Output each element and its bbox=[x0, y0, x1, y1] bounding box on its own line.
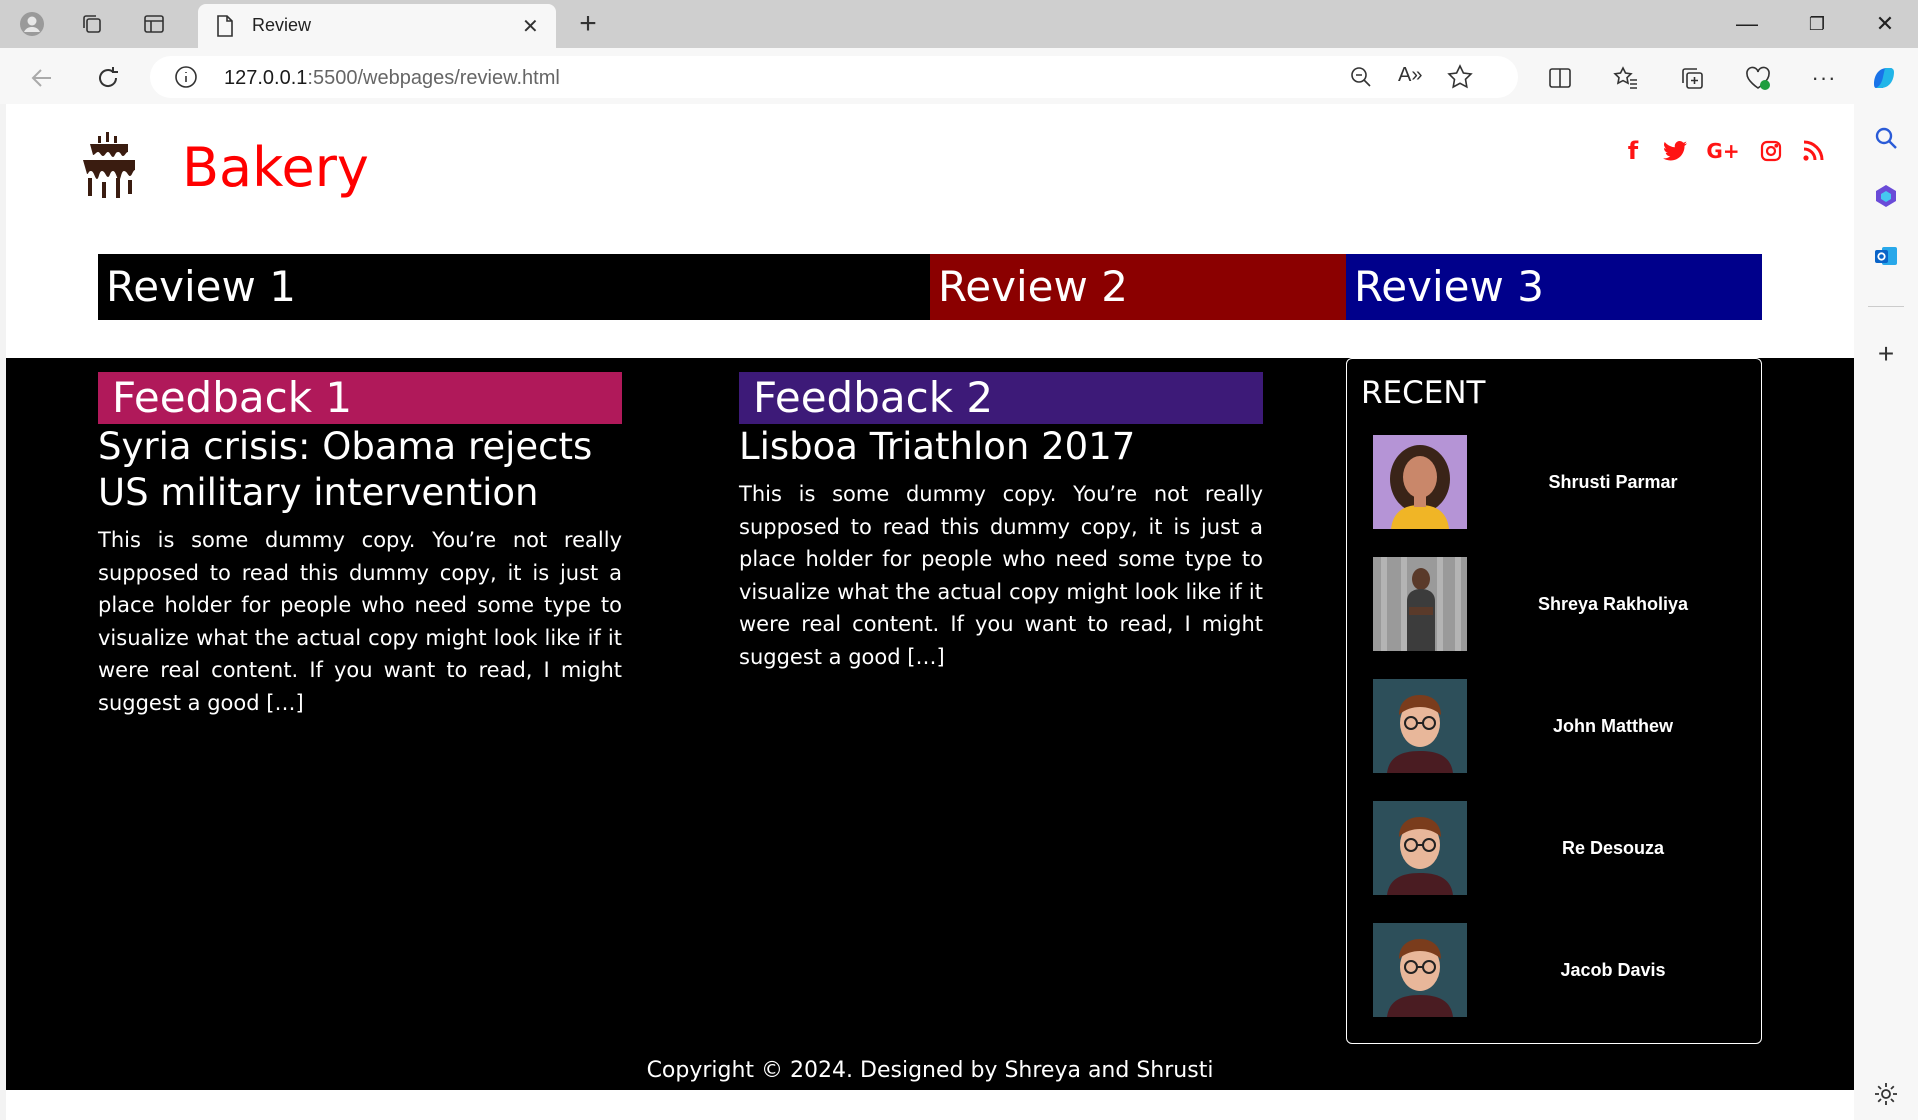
collections-toolbar-icon[interactable] bbox=[1674, 60, 1710, 96]
browser-toolbar: 127.0.0.1:5500/webpages/review.html A» ·… bbox=[0, 48, 1918, 104]
new-tab-button[interactable]: + bbox=[572, 7, 604, 40]
feedback-1-title[interactable]: Syria crisis: Obama rejects US military … bbox=[98, 424, 628, 516]
recent-title: RECENT bbox=[1361, 375, 1486, 411]
more-options-icon[interactable]: ··· bbox=[1806, 60, 1842, 96]
feedback-2-title[interactable]: Lisboa Triathlon 2017 bbox=[739, 424, 1269, 470]
sidebar-outlook-icon[interactable] bbox=[1866, 236, 1906, 276]
sidebar-office-icon[interactable] bbox=[1866, 176, 1906, 216]
recent-name: Re Desouza bbox=[1561, 838, 1665, 858]
profile-icon[interactable] bbox=[16, 8, 48, 40]
copilot-icon[interactable] bbox=[1866, 60, 1902, 96]
feedback-1-badge: Feedback 1 bbox=[98, 372, 622, 424]
read-aloud-icon[interactable]: A» bbox=[1398, 64, 1422, 87]
recent-item[interactable]: John Matthew bbox=[1373, 679, 1753, 775]
tab-title: Review bbox=[252, 15, 312, 35]
info-icon[interactable] bbox=[174, 65, 198, 94]
active-tab[interactable]: Review ✕ bbox=[198, 4, 556, 48]
restore-button[interactable]: ❐ bbox=[1794, 8, 1840, 40]
facebook-icon[interactable]: f bbox=[1616, 134, 1650, 168]
collections-icon[interactable] bbox=[76, 8, 108, 40]
sidebar-search-icon[interactable] bbox=[1866, 118, 1906, 158]
sidebar-divider bbox=[1868, 306, 1904, 307]
close-window-button[interactable]: ✕ bbox=[1862, 8, 1908, 40]
review-2-tab[interactable]: Review 2 bbox=[930, 254, 1346, 320]
feedback-2-badge: Feedback 2 bbox=[739, 372, 1263, 424]
review-3-tab[interactable]: Review 3 bbox=[1346, 254, 1762, 320]
minimize-button[interactable]: — bbox=[1724, 8, 1770, 40]
page-icon bbox=[214, 14, 236, 43]
review-1-tab[interactable]: Review 1 bbox=[98, 254, 930, 320]
avatar bbox=[1373, 679, 1467, 773]
feedback-1-body: This is some dummy copy. You’re not real… bbox=[98, 528, 622, 715]
url-text: 127.0.0.1:5500/webpages/review.html bbox=[224, 67, 560, 89]
twitter-icon[interactable] bbox=[1658, 134, 1692, 168]
recent-item[interactable]: Re Desouza bbox=[1373, 801, 1753, 897]
favorites-icon[interactable] bbox=[1608, 60, 1644, 96]
sidebar-settings-icon[interactable] bbox=[1866, 1074, 1906, 1114]
recent-name: Shreya Rakholiya bbox=[1537, 594, 1689, 614]
vertical-tabs-icon[interactable] bbox=[138, 8, 170, 40]
page-viewport: Bakery f G+ Review 1 Review 2 Review 3 F… bbox=[6, 104, 1854, 1120]
sidebar-add-icon[interactable]: + bbox=[1866, 334, 1906, 374]
site-brand[interactable]: Bakery bbox=[182, 136, 369, 199]
recent-item[interactable]: Jacob Davis bbox=[1373, 923, 1753, 1019]
back-icon[interactable] bbox=[24, 60, 60, 96]
zoom-out-icon[interactable] bbox=[1348, 64, 1374, 95]
address-bar[interactable]: 127.0.0.1:5500/webpages/review.html A» bbox=[150, 56, 1518, 98]
browser-tab-bar: Review ✕ + — ❐ ✕ bbox=[0, 0, 1918, 48]
split-screen-icon[interactable] bbox=[1542, 60, 1578, 96]
rss-icon[interactable] bbox=[1796, 134, 1830, 168]
recent-name: Shrusti Parmar bbox=[1548, 472, 1678, 492]
instagram-icon[interactable] bbox=[1754, 134, 1788, 168]
recent-item[interactable]: Shreya Rakholiya bbox=[1373, 557, 1753, 653]
avatar bbox=[1373, 801, 1467, 895]
page-bottom bbox=[6, 1090, 1854, 1120]
browser-essentials-icon[interactable] bbox=[1740, 60, 1776, 96]
avatar bbox=[1373, 435, 1467, 529]
content-section: Feedback 1 Syria crisis: Obama rejects U… bbox=[6, 358, 1854, 1090]
recent-panel: RECENT Shrusti Parmar Shreya Rakholiya J… bbox=[1346, 358, 1762, 1044]
avatar bbox=[1373, 923, 1467, 1017]
bakery-logo[interactable] bbox=[78, 130, 140, 200]
recent-item[interactable]: Shrusti Parmar bbox=[1373, 435, 1753, 531]
refresh-icon[interactable] bbox=[90, 60, 126, 96]
recent-name: Jacob Davis bbox=[1560, 960, 1666, 980]
google-plus-icon[interactable]: G+ bbox=[1706, 134, 1740, 168]
footer-copyright: Copyright © 2024. Designed by Shreya and… bbox=[646, 1058, 1214, 1083]
feedback-2-body: This is some dummy copy. You’re not real… bbox=[739, 482, 1263, 669]
close-tab-icon[interactable]: ✕ bbox=[522, 14, 539, 39]
avatar bbox=[1373, 557, 1467, 651]
favorite-star-icon[interactable] bbox=[1446, 63, 1474, 96]
recent-name: John Matthew bbox=[1553, 716, 1673, 736]
